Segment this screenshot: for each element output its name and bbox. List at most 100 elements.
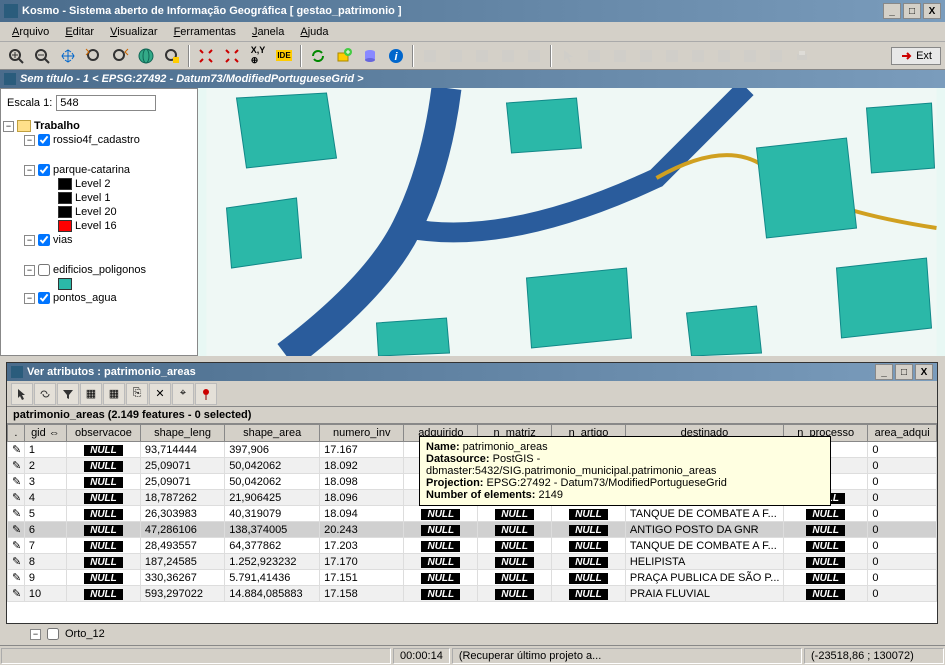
level2-label[interactable]: Level 2 — [75, 178, 110, 190]
attr-close-button[interactable]: X — [915, 364, 933, 380]
tree-collapse-icon[interactable]: − — [24, 165, 35, 176]
zoom-out-icon[interactable] — [30, 44, 54, 68]
scale-label: Escala 1: — [7, 97, 52, 109]
layer-sidebar: Escala 1: − Trabalho − rossio4f_cadastro −… — [0, 88, 198, 356]
minimize-button[interactable]: _ — [883, 3, 901, 19]
document-title: Sem título - 1 < EPSG:27492 - Datum73/Mo… — [20, 73, 364, 85]
layer-edif[interactable]: edificios_poligonos — [53, 264, 146, 276]
layer-vias[interactable]: vias — [53, 234, 73, 246]
layer-rossio[interactable]: rossio4f_cadastro — [53, 134, 140, 146]
tooltip-ds-label: Datasource: — [426, 453, 490, 465]
attr-tool-copy[interactable]: ⎘ — [126, 383, 148, 405]
tooltip-num-label: Number of elements: — [426, 489, 535, 501]
app-icon — [4, 4, 18, 18]
disabled-tool-2 — [444, 44, 468, 68]
pan-icon[interactable] — [56, 44, 80, 68]
col-area[interactable]: shape_area — [225, 425, 320, 442]
menu-ferramentas[interactable]: Ferramentas — [166, 24, 244, 40]
tree-collapse-icon[interactable]: − — [30, 629, 41, 640]
scale-input[interactable] — [56, 95, 156, 111]
tree-collapse-icon[interactable]: − — [24, 265, 35, 276]
menu-ajuda[interactable]: Ajuda — [292, 24, 336, 40]
add-layer-icon[interactable] — [332, 44, 356, 68]
level16-label[interactable]: Level 16 — [75, 220, 117, 232]
col-gid[interactable]: gid ⇔ — [24, 425, 66, 442]
main-titlebar: Kosmo - Sistema aberto de Informação Geo… — [0, 0, 945, 22]
level20-label[interactable]: Level 20 — [75, 206, 117, 218]
attr-tool-link[interactable] — [34, 383, 56, 405]
level1-label[interactable]: Level 1 — [75, 192, 110, 204]
orto-row: − Orto_12 — [30, 628, 105, 640]
layer-parque[interactable]: parque-catarina — [53, 164, 130, 176]
attr-maximize-button[interactable]: □ — [895, 364, 913, 380]
zoom-sel-icon[interactable] — [220, 44, 244, 68]
disabled-tool-5 — [522, 44, 546, 68]
zoom-in-icon[interactable] — [4, 44, 28, 68]
exit-button[interactable]: Ext — [891, 47, 941, 65]
ide-icon[interactable]: IDE — [272, 44, 296, 68]
table-row[interactable]: ✎6NULL47,286106138,37400520.243NULLNULLN… — [8, 522, 937, 538]
col-obs[interactable]: observacoe — [67, 425, 141, 442]
col-sel[interactable]: . — [8, 425, 25, 442]
xy-icon[interactable]: X,Y⊕ — [246, 44, 270, 68]
close-button[interactable]: X — [923, 3, 941, 19]
swatch-level1 — [58, 192, 72, 204]
main-toolbar: X,Y⊕ IDE i Ext — [0, 42, 945, 70]
attr-tool-5[interactable]: ▦ — [103, 383, 125, 405]
attr-tool-filter[interactable] — [57, 383, 79, 405]
attr-tool-pin[interactable] — [195, 383, 217, 405]
table-row[interactable]: ✎5NULL26,30398340,31907918.094NULLNULLNU… — [8, 506, 937, 522]
menu-visualizar[interactable]: Visualizar — [102, 24, 166, 40]
col-inv[interactable]: numero_inv — [320, 425, 404, 442]
layer-check-vias[interactable] — [38, 234, 50, 246]
info-icon[interactable]: i — [384, 44, 408, 68]
tree-collapse-icon[interactable]: − — [24, 135, 35, 146]
attr-tool-8[interactable]: ⌖ — [172, 383, 194, 405]
document-titlebar: Sem título - 1 < EPSG:27492 - Datum73/Mo… — [0, 70, 945, 88]
layer-check-edif[interactable] — [38, 264, 50, 276]
layer-check-orto[interactable] — [47, 628, 59, 640]
col-leng[interactable]: shape_leng — [140, 425, 224, 442]
zoom-extent-icon[interactable] — [194, 44, 218, 68]
disabled-tool-8 — [634, 44, 658, 68]
disabled-tool-4 — [496, 44, 520, 68]
attr-icon — [11, 366, 23, 378]
db-icon[interactable] — [358, 44, 382, 68]
tooltip-name-label: Name: — [426, 441, 460, 453]
attr-minimize-button[interactable]: _ — [875, 364, 893, 380]
menu-arquivo[interactable]: Arquivo — [4, 24, 57, 40]
layer-pontos[interactable]: pontos_agua — [53, 292, 117, 304]
zoom-world-icon[interactable] — [134, 44, 158, 68]
table-row[interactable]: ✎9NULL330,362675.791,4143617.151NULLNULL… — [8, 570, 937, 586]
attr-tool-7[interactable]: ✕ — [149, 383, 171, 405]
layer-tree[interactable]: − Trabalho − rossio4f_cadastro − parque-cat… — [1, 117, 197, 355]
layer-check-parque[interactable] — [38, 164, 50, 176]
zoom-layer-icon[interactable] — [160, 44, 184, 68]
menu-janela[interactable]: Janela — [244, 24, 292, 40]
tree-root[interactable]: Trabalho — [34, 120, 80, 132]
attr-tool-cursor[interactable] — [11, 383, 33, 405]
disabled-tool-10 — [686, 44, 710, 68]
swatch-level16 — [58, 220, 72, 232]
map-canvas[interactable] — [198, 88, 945, 356]
tree-collapse-icon[interactable]: − — [24, 235, 35, 246]
attr-title-text: Ver atributos : patrimonio_areas — [27, 366, 875, 378]
status-msg: (Recuperar último projeto a... — [452, 648, 802, 664]
menu-editar[interactable]: Editar — [57, 24, 102, 40]
zoom-prev-icon[interactable] — [82, 44, 106, 68]
zoom-next-icon[interactable] — [108, 44, 132, 68]
col-aadq[interactable]: area_adqui — [868, 425, 937, 442]
tree-collapse-icon[interactable]: − — [3, 121, 14, 132]
tree-collapse-icon[interactable]: − — [24, 293, 35, 304]
select-icon — [556, 44, 580, 68]
maximize-button[interactable]: □ — [903, 3, 921, 19]
refresh-icon[interactable] — [306, 44, 330, 68]
status-coords: (-23518,86 ; 130072) — [804, 648, 944, 664]
table-row[interactable]: ✎7NULL28,49355764,37786217.203NULLNULLNU… — [8, 538, 937, 554]
layer-orto[interactable]: Orto_12 — [65, 628, 105, 640]
attr-tool-4[interactable]: ▦ — [80, 383, 102, 405]
table-row[interactable]: ✎8NULL187,245851.252,92323217.170NULLNUL… — [8, 554, 937, 570]
layer-check-pontos[interactable] — [38, 292, 50, 304]
layer-check-rossio[interactable] — [38, 134, 50, 146]
table-row[interactable]: ✎10NULL593,29702214.884,08588317.158NULL… — [8, 586, 937, 602]
